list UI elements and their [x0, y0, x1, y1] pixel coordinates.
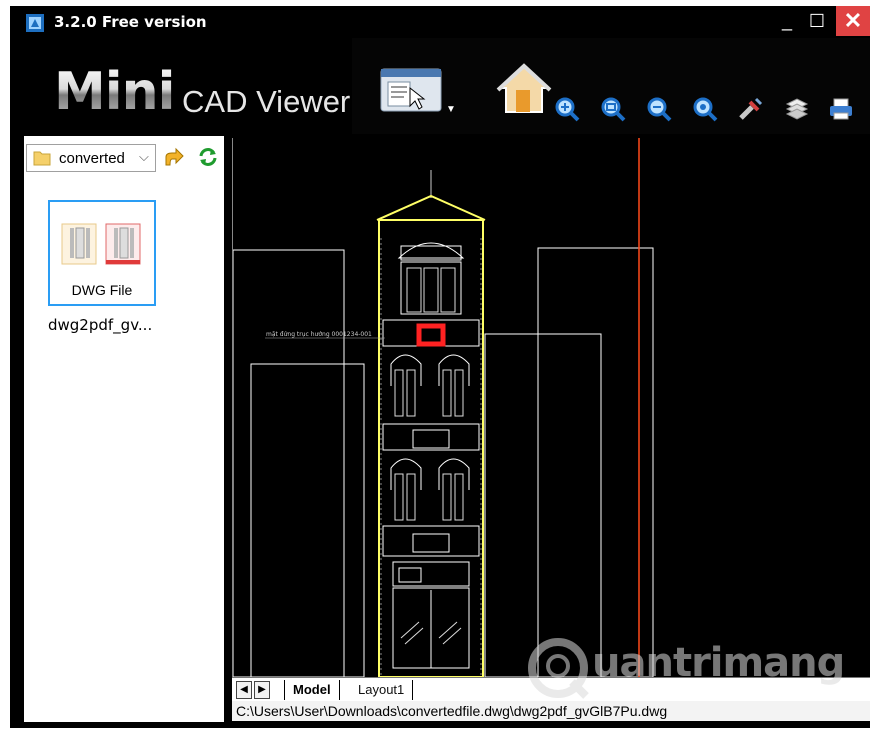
cad-drawing: mặt đứng trục hướng 0001234-001	[233, 138, 654, 677]
layers-icon[interactable]	[784, 96, 810, 122]
zoom-window-icon[interactable]	[600, 96, 626, 122]
frame-left-inner	[250, 363, 365, 677]
file-browser: converted ⌵ DWG File dwg2pdf_gv...	[20, 134, 230, 728]
tab-next-button[interactable]: ▶	[254, 681, 270, 699]
app-window: 3.2.0 Free version _ ☐ ✕ Mini CAD Viewer…	[10, 6, 870, 728]
logo-subtitle: CAD Viewer	[182, 84, 351, 119]
logo-mini-text: Mini	[54, 62, 175, 122]
app-logo: Mini CAD Viewer	[54, 62, 350, 122]
file-type-label: DWG File	[71, 282, 133, 298]
window-title: 3.2.0 Free version	[54, 13, 207, 31]
frame-right	[537, 247, 654, 677]
zoom-out-icon[interactable]	[646, 96, 672, 122]
folder-select[interactable]: converted ⌵	[26, 144, 156, 172]
folder-label: converted	[59, 150, 125, 167]
refresh-icon[interactable]	[198, 147, 218, 167]
layout-dropdown-icon[interactable]: ▼	[446, 104, 458, 115]
watermark-logo-icon	[528, 638, 589, 699]
tab-layout1[interactable]: Layout1	[350, 680, 414, 700]
title-bar: 3.2.0 Free version _ ☐ ✕	[10, 6, 870, 38]
file-browser-panel: converted ⌵ DWG File dwg2pdf_gv...	[24, 136, 224, 722]
layout-icon[interactable]	[380, 68, 442, 112]
pan-icon[interactable]	[738, 96, 764, 122]
close-button[interactable]: ✕	[836, 6, 870, 36]
tab-prev-button[interactable]: ◀	[236, 681, 252, 699]
home-icon[interactable]	[496, 60, 552, 116]
chevron-down-icon: ⌵	[139, 149, 149, 164]
zoom-extents-icon[interactable]	[692, 96, 718, 122]
drawing-canvas[interactable]: mặt đứng trục hướng 0001234-001	[232, 138, 870, 677]
minimize-button[interactable]: _	[774, 10, 800, 34]
watermark: uantrimang	[526, 630, 846, 706]
folder-icon	[33, 151, 51, 166]
zoom-in-icon[interactable]	[554, 96, 580, 122]
toolbar: Mini CAD Viewer ▼	[10, 38, 870, 134]
up-folder-icon[interactable]	[164, 147, 184, 167]
drawing-annotation: mặt đứng trục hướng 0001234-001	[266, 331, 372, 338]
dwg-file-thumbnail-icon	[61, 223, 141, 265]
app-icon	[26, 14, 44, 32]
tab-model[interactable]: Model	[284, 680, 340, 700]
file-item-dwg[interactable]: DWG File	[48, 200, 156, 306]
building-facade	[376, 170, 486, 677]
frame-mid	[484, 333, 602, 677]
watermark-text: uantrimang	[592, 640, 845, 686]
maximize-button[interactable]: ☐	[804, 10, 830, 34]
file-name-label: dwg2pdf_gv...	[48, 316, 153, 334]
frame-left	[233, 249, 345, 677]
print-icon[interactable]	[828, 96, 854, 122]
